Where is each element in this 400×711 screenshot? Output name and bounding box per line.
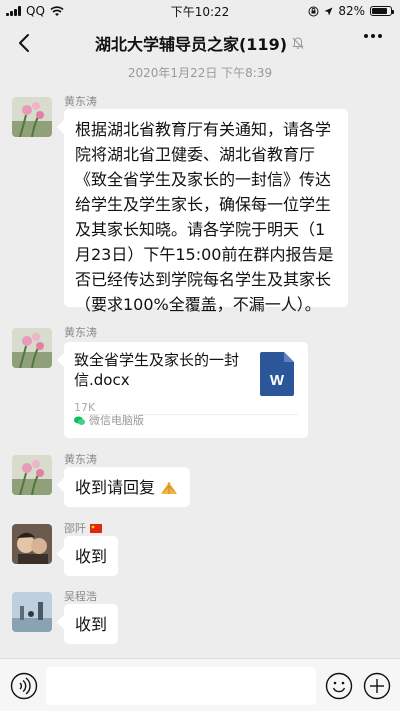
chat-title: 湖北大学辅导员之家(119) <box>95 31 305 55</box>
wechat-pc-icon <box>74 416 85 425</box>
message-text: 根据湖北省教育厅有关通知，请各学院将湖北省卫健委、湖北省教育厅《致全省学生及家长… <box>75 120 334 314</box>
back-arrow-icon[interactable] <box>14 32 36 54</box>
message-bubble[interactable]: 收到 <box>64 536 119 576</box>
message-item: 黄东涛 收到请回复 <box>12 453 388 510</box>
message-timestamp: 2020年1月22日 下午8:39 <box>127 66 273 80</box>
battery-icon <box>370 6 394 16</box>
wifi-icon <box>50 5 64 16</box>
avatar[interactable] <box>12 455 52 495</box>
emoji-icon[interactable] <box>325 672 353 700</box>
battery-fill <box>372 8 387 14</box>
file-source: 微信电脑版 <box>74 408 144 433</box>
avatar[interactable] <box>12 592 52 632</box>
battery-percent: 82% <box>338 4 365 18</box>
sender-name: 黄东涛 <box>64 95 97 108</box>
location-icon <box>324 7 333 15</box>
message-item: 黄东涛 致全省学生及家长的一封信.docx 17K W 微信电脑版 <box>12 326 388 443</box>
status-right: 82% <box>308 4 394 18</box>
sender-name: 邵阡 <box>64 520 102 536</box>
more-options-icon[interactable] <box>364 34 382 38</box>
message-item: 吴程浩 收到 <box>12 590 388 647</box>
plus-icon[interactable] <box>363 672 391 700</box>
message-bubble[interactable]: 收到请回复 <box>64 467 191 507</box>
message-input[interactable] <box>46 667 316 705</box>
file-name: 致全省学生及家长的一封信.docx <box>74 351 240 389</box>
file-message-card[interactable]: 致全省学生及家长的一封信.docx 17K W 微信电脑版 <box>64 342 308 438</box>
message-text: 收到 <box>75 614 108 634</box>
message-text: 收到请回复 <box>75 477 156 497</box>
status-left: QQ <box>6 4 64 18</box>
message-text: 收到 <box>75 546 108 566</box>
red-flag-icon <box>90 523 102 533</box>
avatar[interactable] <box>12 524 52 564</box>
message-item: 邵阡 收到 <box>12 522 388 579</box>
pray-hands-emoji-icon <box>161 482 178 494</box>
sender-name: 黄东涛 <box>64 453 97 466</box>
avatar[interactable] <box>12 328 52 368</box>
message-bubble[interactable]: 收到 <box>64 604 119 644</box>
nav-bar: 湖北大学辅导员之家(119) <box>0 22 400 64</box>
status-bar: QQ 下午10:22 82% <box>0 0 400 22</box>
word-icon-letter: W <box>270 372 285 389</box>
carrier-label: QQ <box>26 4 45 18</box>
sender-name: 吴程浩 <box>64 590 97 603</box>
mute-bell-icon <box>292 37 304 49</box>
chat-title-text: 湖北大学辅导员之家(119) <box>94 35 288 54</box>
input-bar <box>0 658 400 711</box>
message-bubble[interactable]: 根据湖北省教育厅有关通知，请各学院将湖北省卫健委、湖北省教育厅《致全省学生及家长… <box>64 109 348 314</box>
file-source-label: 微信电脑版 <box>89 414 144 427</box>
sender-name: 黄东涛 <box>64 326 97 339</box>
message-item: 黄东涛 根据湖北省教育厅有关通知，请各学院将湖北省卫健委、湖北省教育厅《致全省学… <box>12 95 388 314</box>
voice-input-icon[interactable] <box>10 672 38 700</box>
avatar[interactable] <box>12 97 52 137</box>
orientation-lock-icon <box>308 6 319 16</box>
sender-name-text: 邵阡 <box>64 522 86 535</box>
signal-icon <box>6 6 21 16</box>
word-document-icon: W <box>260 352 294 396</box>
